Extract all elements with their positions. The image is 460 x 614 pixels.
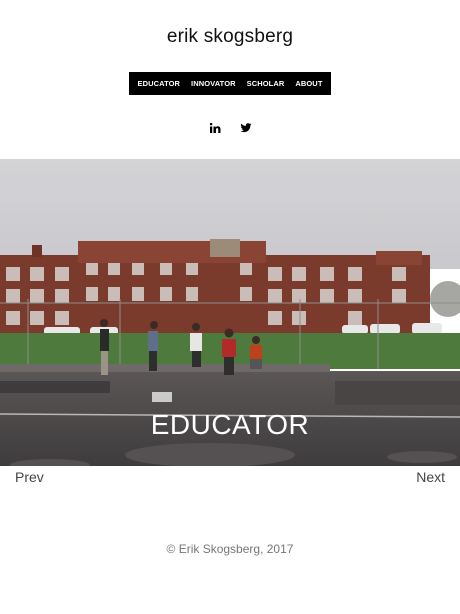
footer-copyright: © Erik Skogsberg, 2017 [166,542,294,556]
twitter-icon[interactable] [239,121,253,135]
site-title[interactable]: erik skogsberg [0,26,460,48]
main-nav: EDUCATOR INNOVATOR SCHOLAR ABOUT [129,72,331,95]
nav-item-about[interactable]: ABOUT [295,79,322,88]
hero-caption: EDUCATOR [150,409,310,440]
linkedin-icon[interactable] [208,121,222,135]
nav-item-scholar[interactable]: SCHOLAR [247,79,285,88]
nav-item-innovator[interactable]: INNOVATOR [191,79,236,88]
hero-image[interactable]: EDUCATOR [0,159,460,466]
social-links [0,121,460,135]
nav-item-educator[interactable]: EDUCATOR [137,79,180,88]
next-link[interactable]: Next [416,469,445,485]
prev-link[interactable]: Prev [15,469,44,485]
